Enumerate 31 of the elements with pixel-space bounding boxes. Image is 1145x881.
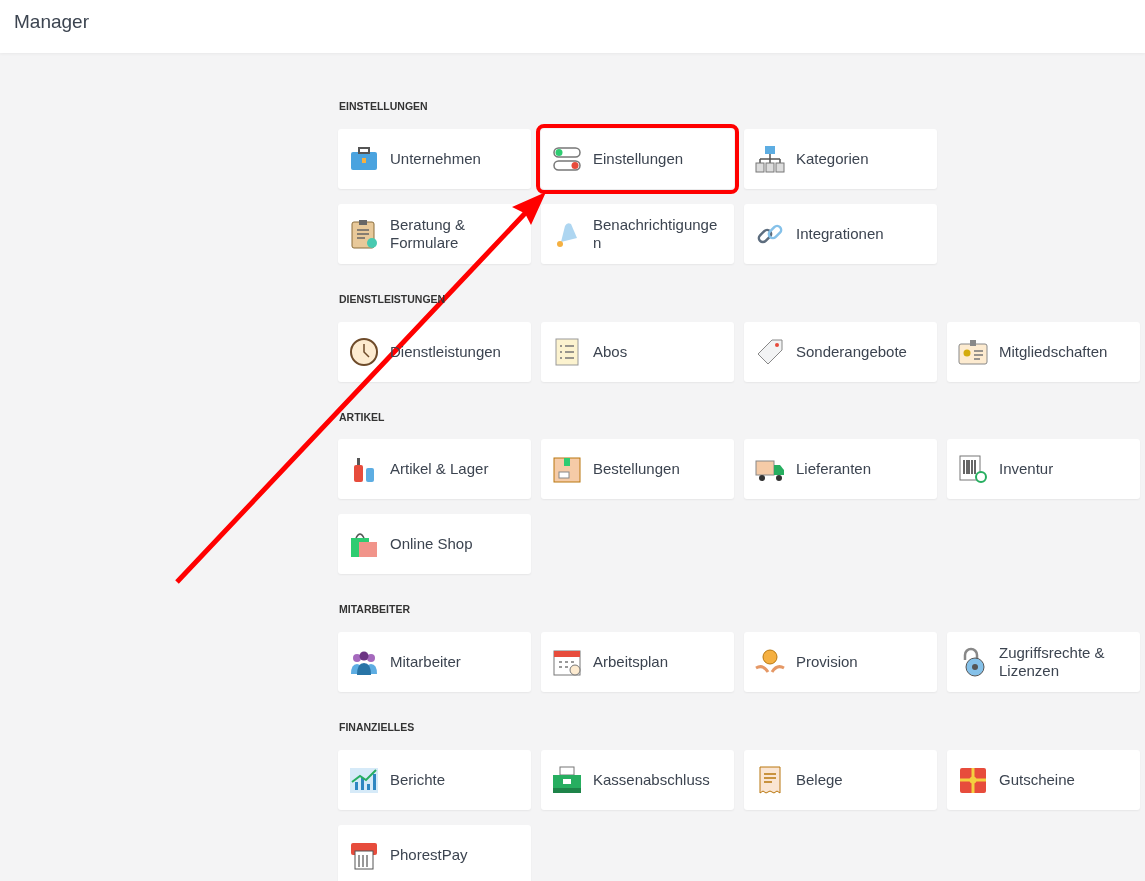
menu-tile[interactable]: Arbeitsplan bbox=[541, 632, 734, 692]
menu-tile[interactable]: Beratung & Formulare bbox=[338, 203, 531, 264]
clock-icon bbox=[348, 335, 380, 368]
menu-tile[interactable]: Kategorien bbox=[744, 128, 937, 189]
barcode-icon bbox=[957, 453, 989, 486]
menu-tile[interactable]: Belege bbox=[744, 749, 937, 810]
menu-tile[interactable]: Lieferanten bbox=[744, 439, 937, 500]
section-heading: FINANZIELLES bbox=[339, 720, 415, 735]
menu-tile[interactable]: Unternehmen bbox=[338, 128, 531, 189]
menu-tile[interactable]: Kassenabschluss bbox=[541, 749, 734, 810]
menu-tile[interactable]: Sonderangebote bbox=[744, 321, 937, 382]
cash-register-icon bbox=[551, 763, 583, 796]
menu-tile[interactable]: Bestellungen bbox=[541, 439, 734, 500]
menu-tile[interactable]: Benachrichtigungen bbox=[541, 203, 734, 264]
menu-tile[interactable]: PhorestPay bbox=[338, 824, 531, 881]
menu-tile[interactable]: Inventur bbox=[947, 439, 1140, 500]
menu-tile[interactable]: Online Shop bbox=[338, 514, 531, 575]
menu-tile[interactable]: Mitgliedschaften bbox=[947, 321, 1140, 382]
menu-tile[interactable]: Berichte bbox=[338, 749, 531, 810]
section-heading: EINSTELLUNGEN bbox=[339, 99, 428, 114]
menu-tile[interactable]: Mitarbeiter bbox=[338, 632, 531, 692]
section-heading: MITARBEITER bbox=[339, 602, 410, 618]
section-heading: ARTIKEL bbox=[339, 409, 385, 425]
menu-tile[interactable]: Zugriffsrechte & Lizenzen bbox=[947, 632, 1140, 692]
menu-tile[interactable]: Artikel & Lager bbox=[338, 439, 531, 500]
menu-tile[interactable]: Abos bbox=[541, 321, 734, 382]
clipboard-icon bbox=[348, 217, 380, 250]
menu-tile[interactable]: Gutscheine bbox=[947, 749, 1140, 810]
menu-tile[interactable]: Integrationen bbox=[744, 203, 937, 264]
menu-tile[interactable]: Provision bbox=[744, 632, 937, 692]
page-title: Manager bbox=[14, 11, 89, 32]
